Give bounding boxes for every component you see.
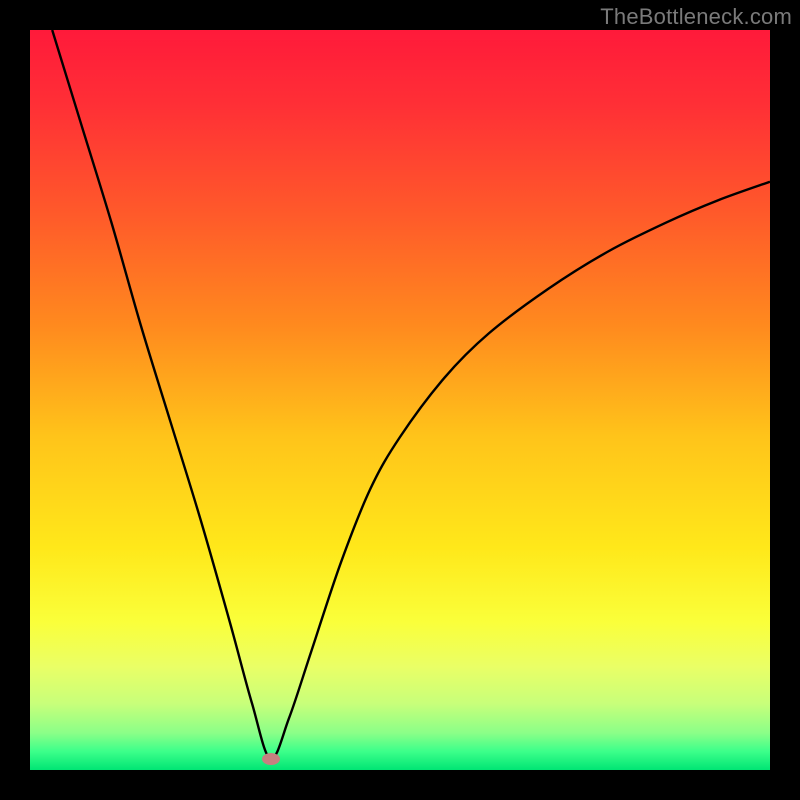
chart-stage: TheBottleneck.com [0, 0, 800, 800]
bottleneck-curve [30, 30, 770, 770]
plot-area [30, 30, 770, 770]
optimum-marker [262, 753, 280, 765]
watermark-text: TheBottleneck.com [600, 4, 792, 30]
